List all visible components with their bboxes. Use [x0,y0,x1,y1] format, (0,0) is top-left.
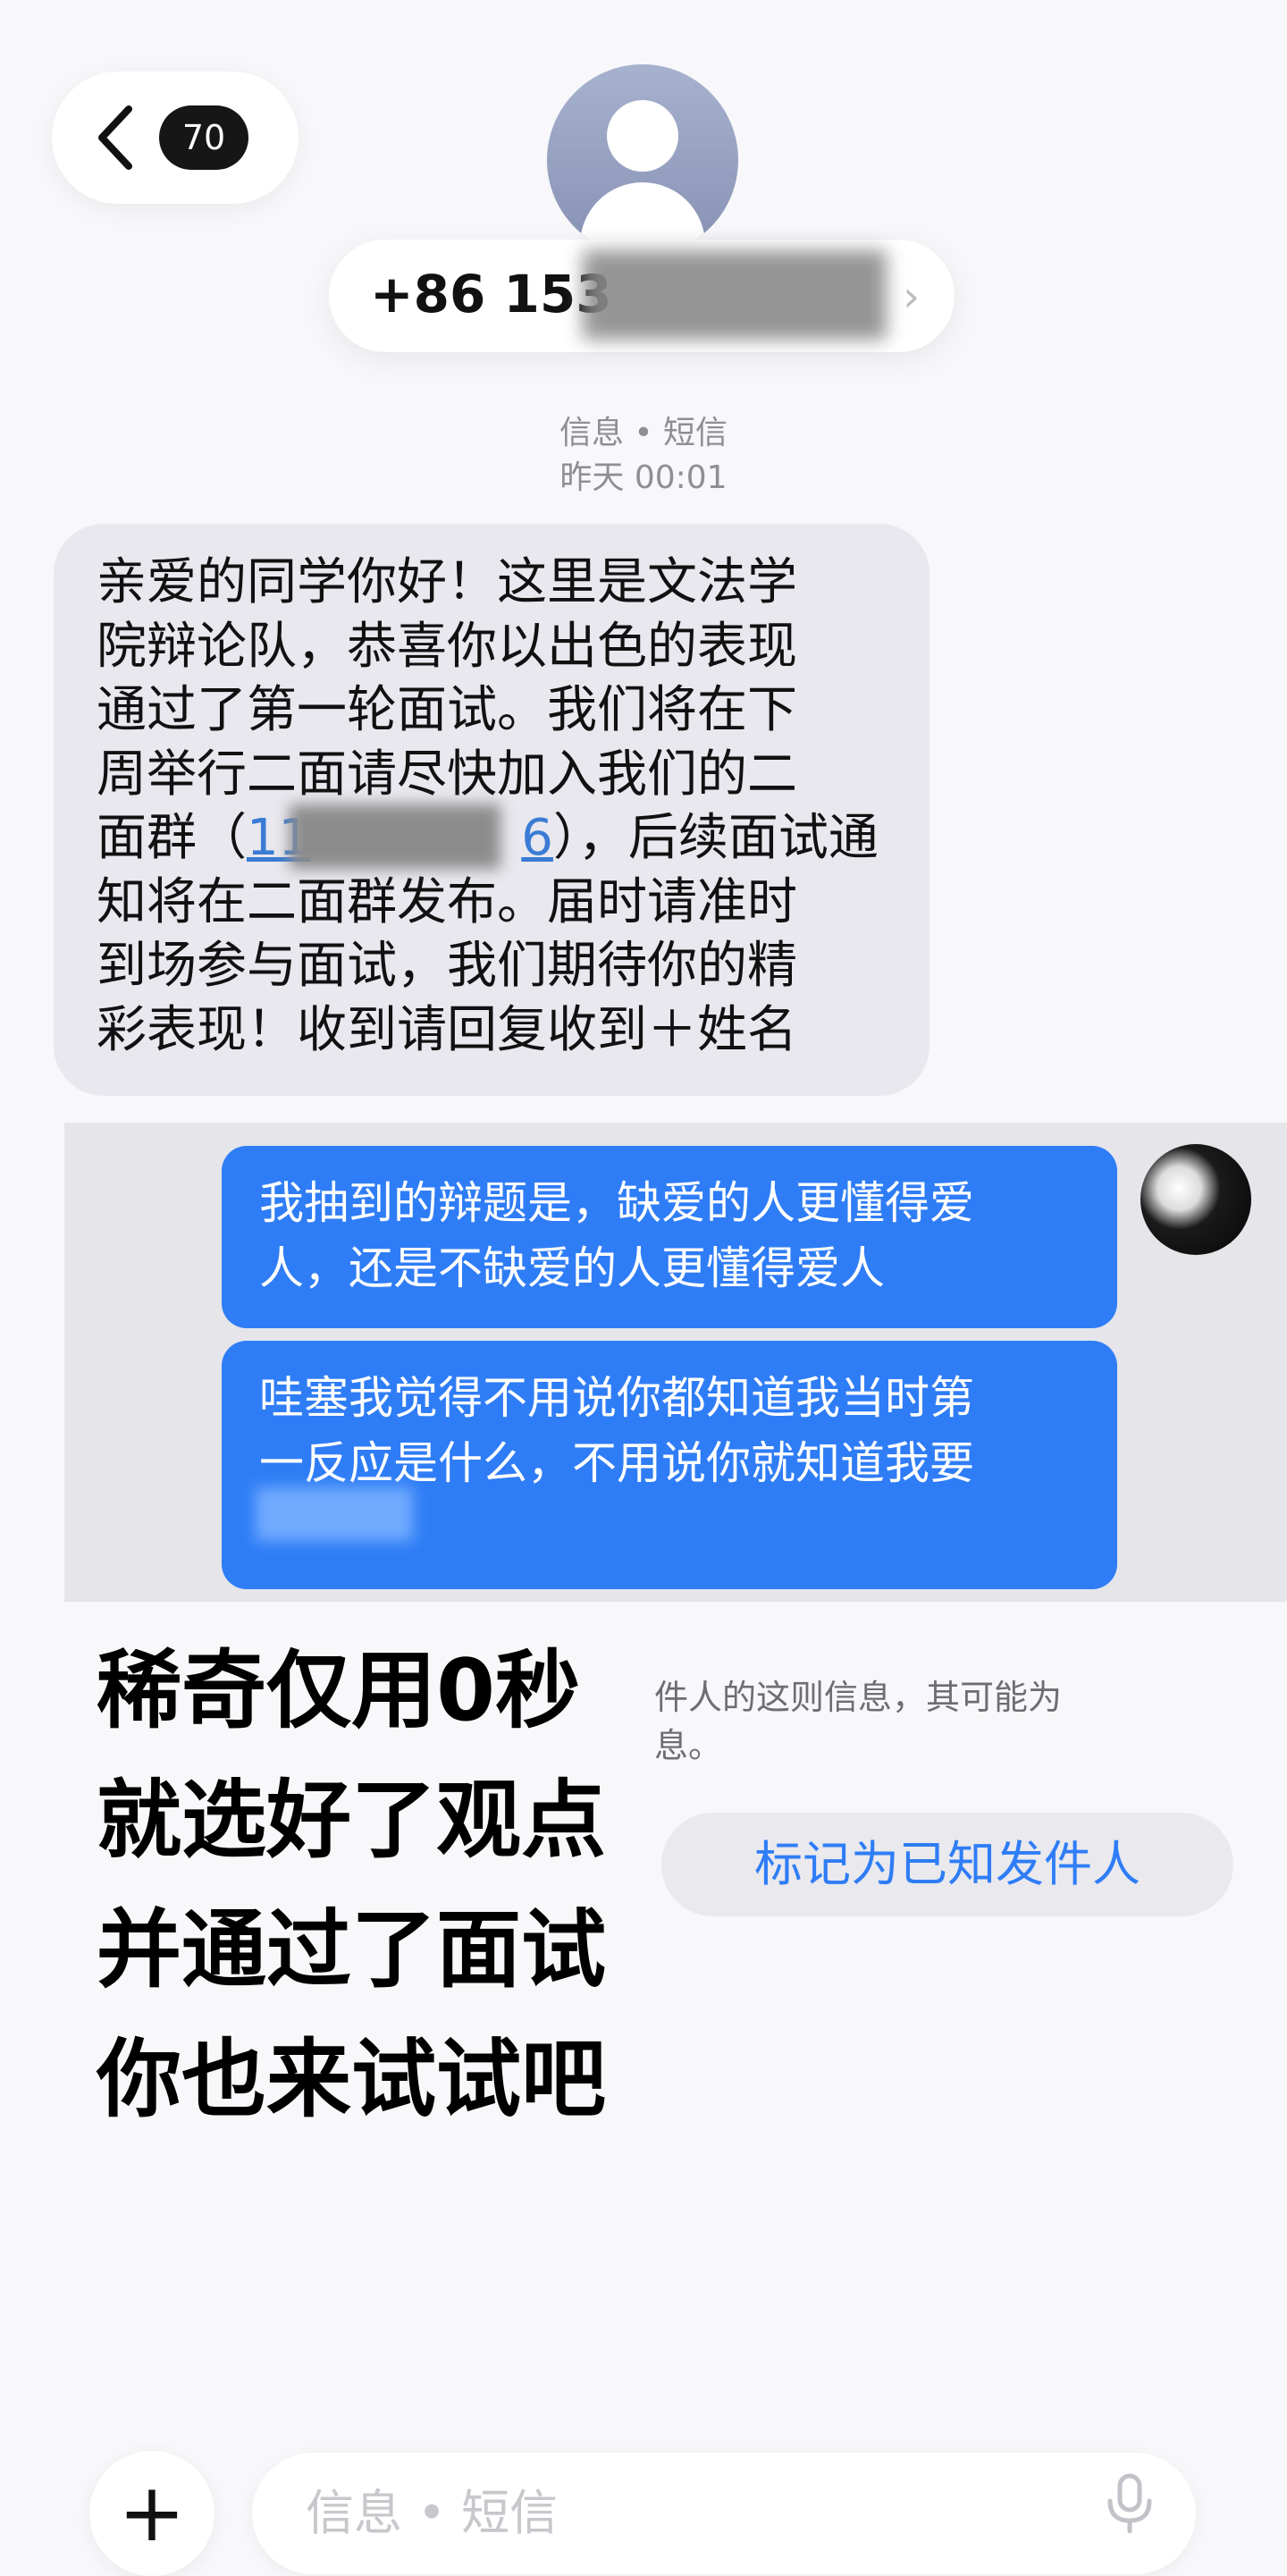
microphone-icon[interactable] [1103,2472,1157,2533]
unknown-sender-notice: 件人的这则信息，其可能为 息。 [654,1678,1063,1765]
outgoing-message-text: 我抽到的辩题是，缺爱的人更懂得爱 人，还是不缺爱的人更懂得爱人 [259,1177,974,1294]
chevron-right-icon: › [903,272,921,322]
add-attachment-button[interactable]: + [89,2451,214,2576]
caption-overlay: 稀奇仅用0秒 就选好了观点 并通过了面试 你也来试试吧 [97,1627,633,2145]
plus-icon: + [118,2466,186,2560]
message-input[interactable]: 信息 • 短信 [252,2453,1196,2574]
sender-avatar [1140,1144,1251,1255]
outgoing-message-bubble[interactable]: 我抽到的辩题是，缺爱的人更懂得爱 人，还是不缺爱的人更懂得爱人 [222,1146,1117,1328]
unread-count-badge: 70 [159,105,248,170]
mark-known-sender-button[interactable]: 标记为已知发件人 [661,1813,1233,1916]
message-service-label: 信息 • 短信 [559,415,728,451]
caption-line: 稀奇仅用0秒 [97,1642,581,1740]
contact-avatar-icon[interactable] [547,64,738,256]
chevron-left-icon[interactable] [93,104,139,172]
caption-line: 就选好了观点 [97,1772,607,1870]
outgoing-message-bubble[interactable]: 哇塞我觉得不用说你都知道我当时第 一反应是什么，不用说你就知道我要 [222,1341,1117,1589]
phone-number: +86 153 [370,264,612,324]
caption-line: 并通过了面试 [97,1901,607,1999]
redacted-number [583,250,887,340]
redacted-link [290,804,500,869]
caption-line: 你也来试试吧 [97,2031,607,2129]
redacted-text [256,1487,413,1541]
message-timestamp: 昨天 00:01 [559,459,728,496]
